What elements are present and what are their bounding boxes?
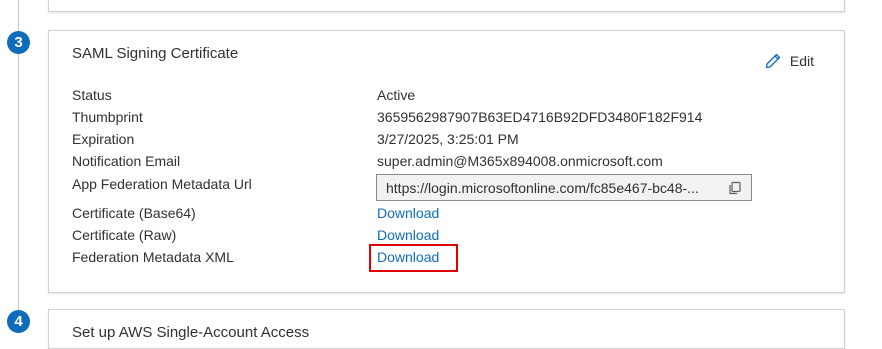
- edit-button[interactable]: Edit: [764, 52, 814, 70]
- highlight-box: [369, 244, 458, 272]
- metadata-url-value[interactable]: https://login.microsoftonline.com/fc85e4…: [377, 180, 724, 196]
- step-number-badge-next: 4: [7, 310, 30, 333]
- notification-email-value: super.admin@M365x894008.onmicrosoft.com: [377, 153, 663, 169]
- pencil-icon: [764, 52, 782, 70]
- step-number-badge: 3: [7, 31, 30, 54]
- next-card-title: Set up AWS Single-Account Access: [72, 324, 310, 341]
- federation-metadata-xml-label: Federation Metadata XML: [72, 249, 234, 265]
- metadata-url-label: App Federation Metadata Url: [72, 176, 252, 192]
- thumbprint-value: 3659562987907B63ED4716B92DFD3480F182F914: [377, 109, 703, 125]
- next-section-card: Set up AWS Single-Account Access: [48, 309, 845, 349]
- metadata-url-field[interactable]: https://login.microsoftonline.com/fc85e4…: [376, 174, 752, 201]
- expiration-value: 3/27/2025, 3:25:01 PM: [377, 131, 519, 147]
- notification-email-label: Notification Email: [72, 153, 181, 169]
- copy-icon[interactable]: [724, 177, 746, 199]
- certificate-base64-download-link[interactable]: Download: [377, 205, 439, 221]
- status-value: Active: [377, 87, 416, 103]
- thumbprint-label: Thumbprint: [72, 109, 143, 125]
- previous-section-card: [48, 0, 845, 12]
- expiration-label: Expiration: [72, 131, 135, 147]
- status-label: Status: [72, 87, 112, 103]
- certificate-base64-label: Certificate (Base64): [72, 205, 196, 221]
- edit-label: Edit: [789, 53, 814, 69]
- card-title: SAML Signing Certificate: [72, 45, 239, 62]
- certificate-raw-label: Certificate (Raw): [72, 227, 177, 243]
- certificate-raw-download-link[interactable]: Download: [377, 227, 439, 243]
